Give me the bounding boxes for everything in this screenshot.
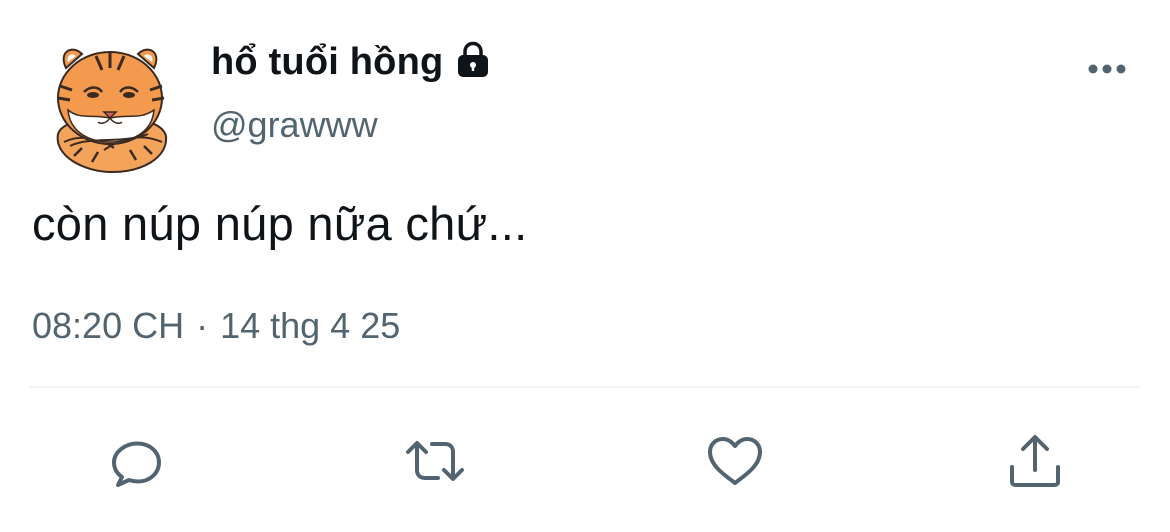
lock-icon — [453, 40, 493, 80]
heart-icon — [708, 437, 762, 485]
retweet-button[interactable] — [404, 430, 466, 492]
divider — [30, 386, 1140, 388]
share-button[interactable] — [1004, 430, 1066, 492]
timestamp-separator: · — [196, 305, 209, 346]
tweet-timestamp[interactable]: 08:20 CH · 14 thg 4 25 — [32, 305, 400, 347]
reply-icon — [112, 441, 161, 487]
display-name[interactable]: hổ tuổi hồng — [211, 41, 443, 84]
user-handle[interactable]: @grawww — [211, 104, 378, 146]
tiger-avatar-icon — [56, 48, 168, 174]
tweet-time: 08:20 CH — [32, 305, 185, 346]
share-icon — [1010, 435, 1060, 487]
author-name-row: hổ tuổi hồng — [211, 38, 493, 86]
retweet-icon — [406, 441, 464, 481]
tweet-date: 14 thg 4 25 — [220, 305, 401, 346]
tweet-text: còn núp núp nữa chứ... — [32, 197, 528, 250]
more-dots-icon[interactable] — [1082, 56, 1132, 82]
like-button[interactable] — [704, 430, 766, 492]
reply-button[interactable] — [104, 430, 166, 492]
avatar[interactable] — [44, 38, 178, 176]
